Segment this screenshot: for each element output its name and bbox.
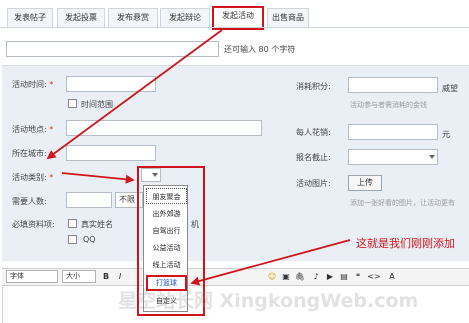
- arrow-category-to-dropdown: [61, 172, 135, 184]
- annotation-arrows: [46, 29, 351, 286]
- arrow-annotation-to-item: [190, 239, 351, 286]
- annotation-text: 这就是我们刚刚添加: [356, 237, 455, 250]
- arrow-tab-to-category: [46, 29, 223, 160]
- watermark: 星空站长网 XingkongWeb.com: [118, 290, 419, 312]
